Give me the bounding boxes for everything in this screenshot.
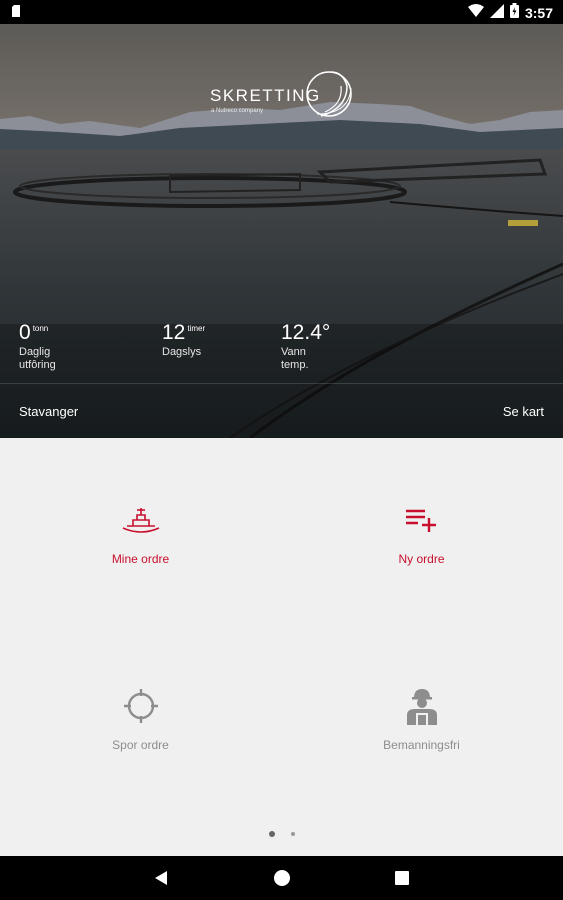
add-list-icon (281, 500, 562, 540)
stat-unit: tonn (32, 324, 49, 333)
menu-item-label: Ny ordre (398, 552, 445, 566)
divider (0, 383, 563, 384)
worker-icon (281, 686, 562, 726)
stat-value: 12 (162, 321, 186, 344)
back-icon[interactable] (151, 868, 171, 888)
stat-label: utfôring (19, 359, 56, 371)
see-map-link[interactable]: Se kart (503, 404, 544, 419)
logo-swirl-icon (306, 71, 352, 117)
menu-item-label: Spor ordre (112, 738, 169, 752)
page-dot[interactable] (290, 832, 295, 836)
recents-icon[interactable] (392, 868, 412, 888)
brand-subtitle: a Nutreco company (211, 108, 264, 114)
status-bar: 3:57 (0, 0, 563, 24)
menu-item-new-order[interactable]: Ny ordre (281, 500, 562, 566)
stat-label: Dagslys (162, 346, 202, 358)
notification-icon (10, 4, 22, 23)
wifi-icon (467, 3, 484, 23)
page-indicator (0, 831, 563, 837)
signal-icon (489, 3, 504, 23)
system-nav-bar (0, 856, 563, 900)
menu-item-track-order[interactable]: Spor ordre (0, 686, 281, 752)
stat-value: 0 (19, 321, 31, 344)
boat-icon (0, 500, 281, 540)
stat-label: Daglig (19, 346, 51, 358)
stat-value: 12.4° (281, 321, 331, 344)
stat-label: temp. (281, 359, 309, 371)
stat-unit: timer (187, 324, 206, 333)
crosshair-icon (0, 686, 281, 726)
clock: 3:57 (524, 5, 553, 21)
battery-icon (509, 3, 519, 23)
menu-item-my-orders[interactable]: Mine ordre (0, 500, 281, 566)
stat-daylight: 12 timer Dagslys (162, 322, 205, 359)
main-menu: Mine ordre Ny ordre Spor ordre Bemanning… (0, 438, 563, 856)
page-dot-active[interactable] (268, 831, 275, 837)
skretting-logo: SKRETTING a Nutreco company (205, 64, 365, 124)
location-label: Stavanger (19, 404, 79, 419)
home-icon[interactable] (272, 868, 292, 888)
menu-item-label: Mine ordre (111, 552, 170, 566)
menu-item-staffing[interactable]: Bemanningsfri (281, 686, 562, 752)
hero-banner: SKRETTING a Nutreco company 0 tonn Daglig… (0, 24, 563, 438)
stat-label: Vann (281, 346, 306, 358)
stat-daily-feeding: 0 tonn Daglig utfôring (19, 322, 56, 372)
menu-item-label: Bemanningsfri (383, 738, 460, 752)
stat-water-temp: 12.4° Vann temp. (281, 322, 330, 372)
